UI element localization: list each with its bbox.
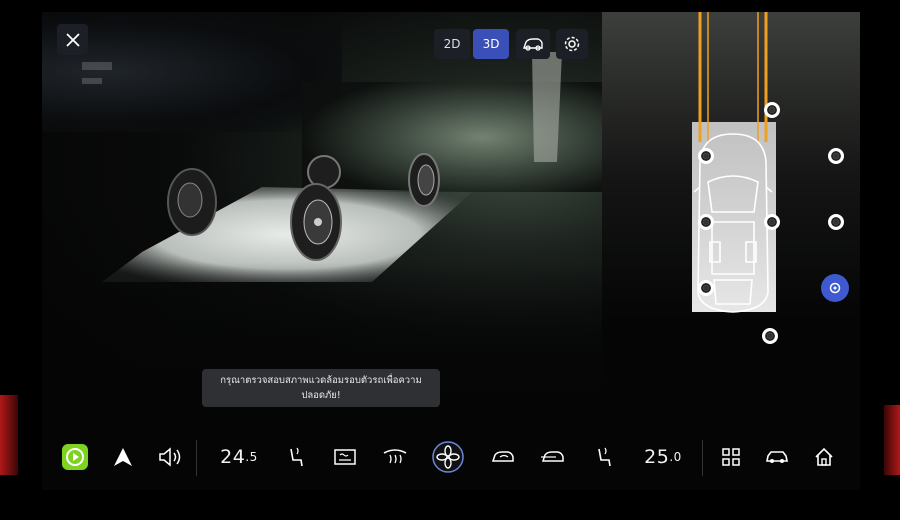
rear-defrost-button[interactable] <box>330 437 360 477</box>
view-3d-button[interactable]: 3D <box>473 29 509 59</box>
infotainment-screen: 2D 3D กรุณาตรวจสอบสภาพแวดล้อมรอบตัวรถเพื… <box>42 12 860 490</box>
sensor-rear-center[interactable] <box>762 328 778 344</box>
sensor-side-left[interactable] <box>698 214 714 230</box>
tire-front-right <box>307 155 341 189</box>
passenger-temp-value: 25 <box>644 446 670 468</box>
volume-button[interactable] <box>156 437 186 477</box>
view-2d-button[interactable]: 2D <box>434 29 470 59</box>
ambient-light-right <box>884 405 900 475</box>
front-defrost-icon <box>383 449 407 464</box>
view-angle-button[interactable] <box>516 29 550 59</box>
toast-line-2: ปลอดภัย! <box>301 390 341 401</box>
close-button[interactable] <box>57 24 88 55</box>
sensor-front-right[interactable] <box>828 148 844 164</box>
home-button[interactable] <box>810 437 838 477</box>
car-view-angle-icon <box>523 38 543 51</box>
driver-temp-value: 24 <box>220 446 246 468</box>
driver-seat-heat-button[interactable] <box>282 437 310 477</box>
outside-air-icon <box>541 451 564 462</box>
apps-grid-icon <box>722 448 740 466</box>
sensor-front-center[interactable] <box>764 102 780 118</box>
apps-button[interactable] <box>718 437 744 477</box>
seat-heat-icon <box>598 447 611 467</box>
passenger-temp-decimal: .0 <box>669 450 682 464</box>
android-auto-icon <box>114 448 132 466</box>
top-down-view <box>602 12 860 422</box>
recirculation-icon <box>491 451 514 462</box>
driver-temperature[interactable]: 24.5 <box>216 437 262 477</box>
passenger-temperature[interactable]: 25.0 <box>640 437 686 477</box>
front-defrost-button[interactable] <box>380 437 410 477</box>
fan-icon <box>432 441 464 473</box>
sensor-front-left[interactable] <box>698 148 714 164</box>
camera-3d-view: 2D 3D <box>42 12 602 422</box>
carplay-icon <box>62 444 88 470</box>
gear-icon <box>564 36 580 52</box>
outside-air-button[interactable] <box>538 437 568 477</box>
ambient-light-left <box>0 395 18 475</box>
vehicle-button[interactable] <box>762 437 792 477</box>
carplay-button[interactable] <box>60 437 90 477</box>
passenger-seat-heat-button[interactable] <box>590 437 618 477</box>
seat-heat-icon <box>290 447 303 467</box>
tire-rear-left <box>290 183 342 261</box>
driver-temp-decimal: .5 <box>245 450 258 464</box>
home-icon <box>815 447 833 466</box>
sensor-center[interactable] <box>764 214 780 230</box>
selected-camera-button[interactable] <box>821 274 849 302</box>
air-recirculation-button[interactable] <box>488 437 518 477</box>
settings-button[interactable] <box>556 29 588 59</box>
sensor-rear-left[interactable] <box>698 280 714 296</box>
tire-rear-right <box>408 153 440 207</box>
fan-button[interactable] <box>430 437 466 477</box>
tire-front-left <box>167 168 217 236</box>
volume-icon <box>159 447 181 467</box>
toast-line-1: กรุณาตรวจสอบสภาพแวดล้อมรอบตัวรถเพื่อความ <box>220 375 422 386</box>
camera-target-icon <box>829 282 841 294</box>
close-icon <box>65 32 80 47</box>
android-auto-button[interactable] <box>110 437 136 477</box>
rear-defrost-icon <box>334 449 356 465</box>
car-icon <box>766 451 788 463</box>
bottom-dock: 24.5 25 .0 <box>42 422 860 490</box>
safety-notice-toast: กรุณาตรวจสอบสภาพแวดล้อมรอบตัวรถเพื่อความ… <box>202 369 440 407</box>
sensor-side-right[interactable] <box>828 214 844 230</box>
